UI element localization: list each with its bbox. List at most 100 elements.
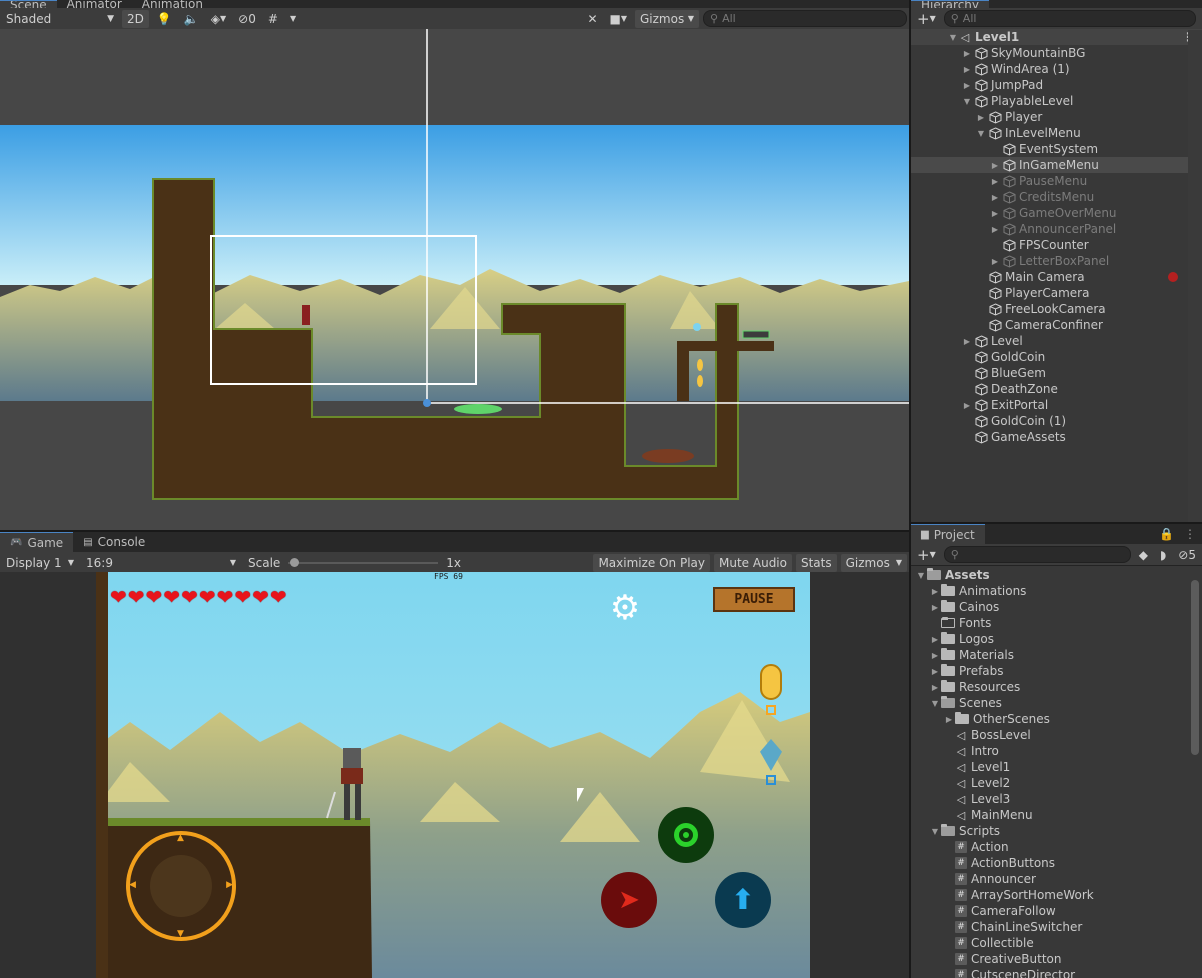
attack-button[interactable]: ➤ bbox=[601, 872, 657, 928]
hierarchy-item[interactable]: CameraConfiner bbox=[911, 317, 1202, 333]
action-button[interactable] bbox=[658, 807, 714, 863]
expand-right-icon[interactable]: ▶ bbox=[929, 587, 941, 596]
tools-toggle[interactable]: ✕ bbox=[583, 10, 601, 28]
expand-down-icon[interactable]: ▼ bbox=[975, 129, 987, 138]
expand-right-icon[interactable]: ▶ bbox=[989, 209, 1001, 218]
aspect-dropdown[interactable]: 16:9 ▼ bbox=[82, 554, 240, 572]
tab-animator[interactable]: Animator bbox=[57, 0, 132, 8]
mode-2d-toggle[interactable]: 2D bbox=[122, 9, 149, 28]
scale-slider-thumb[interactable] bbox=[290, 557, 300, 567]
project-item[interactable]: # Announcer bbox=[911, 871, 1202, 887]
scale-slider[interactable] bbox=[288, 554, 439, 572]
project-item[interactable]: ◁ Level1 bbox=[911, 759, 1202, 775]
expand-down-icon[interactable]: ▼ bbox=[929, 699, 941, 708]
project-item[interactable]: # CameraFollow bbox=[911, 903, 1202, 919]
shading-mode-dropdown[interactable]: Shaded ▼ bbox=[2, 10, 118, 28]
filter-by-type-button[interactable]: ◆ bbox=[1135, 546, 1152, 564]
hierarchy-item[interactable]: PlayerCamera bbox=[911, 285, 1202, 301]
tab-scene[interactable]: Scene bbox=[0, 0, 57, 8]
filter-by-label-button[interactable]: ◗ bbox=[1156, 546, 1170, 564]
project-item[interactable]: ◁ Level3 bbox=[911, 791, 1202, 807]
expand-right-icon[interactable]: ▶ bbox=[989, 177, 1001, 186]
project-item[interactable]: ◁ Level2 bbox=[911, 775, 1202, 791]
expand-down-icon[interactable]: ▼ bbox=[915, 571, 927, 580]
expand-right-icon[interactable]: ▶ bbox=[929, 667, 941, 676]
scene-canvas[interactable] bbox=[0, 29, 909, 530]
hierarchy-item[interactable]: ▶ InGameMenu bbox=[911, 157, 1202, 173]
tab-project[interactable]: ▆ Project bbox=[911, 524, 985, 544]
hierarchy-item[interactable]: ▶ LetterBoxPanel bbox=[911, 253, 1202, 269]
project-item[interactable]: # ChainLineSwitcher bbox=[911, 919, 1202, 935]
project-item[interactable]: ◁ Intro bbox=[911, 743, 1202, 759]
expand-right-icon[interactable]: ▶ bbox=[929, 603, 941, 612]
project-item[interactable]: ▶ Prefabs bbox=[911, 663, 1202, 679]
hierarchy-item[interactable]: GoldCoin (1) bbox=[911, 413, 1202, 429]
hierarchy-item[interactable]: ▶ GameOverMenu bbox=[911, 205, 1202, 221]
pause-button[interactable]: PAUSE bbox=[713, 587, 795, 612]
hierarchy-item[interactable]: DeathZone bbox=[911, 381, 1202, 397]
project-item[interactable]: # Collectible bbox=[911, 935, 1202, 951]
transform-handle[interactable] bbox=[423, 399, 431, 407]
expand-down-icon[interactable]: ▼ bbox=[929, 827, 941, 836]
maximize-on-play-toggle[interactable]: Maximize On Play bbox=[593, 553, 711, 572]
project-item[interactable]: ◁ BossLevel bbox=[911, 727, 1202, 743]
project-item[interactable]: # Action bbox=[911, 839, 1202, 855]
project-item[interactable]: ▼ Scenes bbox=[911, 695, 1202, 711]
expand-right-icon[interactable]: ▶ bbox=[989, 193, 1001, 202]
expand-right-icon[interactable]: ▶ bbox=[975, 113, 987, 122]
hidden-objects-toggle[interactable]: ⊘ 0 bbox=[234, 10, 260, 28]
expand-right-icon[interactable]: ▶ bbox=[961, 65, 973, 74]
hierarchy-item[interactable]: FreeLookCamera bbox=[911, 301, 1202, 317]
expand-right-icon[interactable]: ▶ bbox=[929, 635, 941, 644]
expand-right-icon[interactable]: ▶ bbox=[961, 81, 973, 90]
hierarchy-item[interactable]: ▶ Player bbox=[911, 109, 1202, 125]
project-item[interactable]: ▶ Animations bbox=[911, 583, 1202, 599]
hierarchy-item[interactable]: FPSCounter bbox=[911, 237, 1202, 253]
expand-right-icon[interactable]: ▶ bbox=[989, 257, 1001, 266]
project-search-input[interactable]: ⚲ bbox=[943, 546, 1131, 563]
lighting-toggle[interactable]: 💡 bbox=[153, 10, 176, 28]
jump-button[interactable]: ⬆ bbox=[715, 872, 771, 928]
project-scrollbar[interactable] bbox=[1191, 580, 1199, 755]
project-item[interactable]: # ArraySortHomeWork bbox=[911, 887, 1202, 903]
lock-icon[interactable]: 🔒 bbox=[1159, 527, 1174, 541]
stats-toggle[interactable]: Stats bbox=[795, 553, 837, 572]
hierarchy-item[interactable]: ▼ PlayableLevel bbox=[911, 93, 1202, 109]
create-button[interactable]: + ▼ bbox=[913, 10, 940, 28]
project-item[interactable]: ◁ MainMenu bbox=[911, 807, 1202, 823]
hierarchy-item[interactable]: ▶ AnnouncerPanel bbox=[911, 221, 1202, 237]
project-item[interactable]: ▶ OtherScenes bbox=[911, 711, 1202, 727]
project-item[interactable]: ▶ Materials bbox=[911, 647, 1202, 663]
hierarchy-item[interactable]: BlueGem bbox=[911, 365, 1202, 381]
project-item[interactable]: # CutsceneDirector bbox=[911, 967, 1202, 978]
hidden-packages-toggle[interactable]: ⊘ 5 bbox=[1174, 546, 1200, 564]
project-item[interactable]: # ActionButtons bbox=[911, 855, 1202, 871]
tab-animation[interactable]: Animation bbox=[132, 0, 213, 8]
more-menu-icon[interactable]: ⋮ bbox=[1184, 527, 1196, 541]
scene-search-input[interactable]: ⚲ All bbox=[703, 10, 907, 27]
hierarchy-scrollbar[interactable] bbox=[1188, 30, 1202, 522]
project-item[interactable]: ▶ Cainos bbox=[911, 599, 1202, 615]
expand-right-icon[interactable]: ▶ bbox=[961, 337, 973, 346]
joystick-knob[interactable] bbox=[150, 855, 212, 917]
camera-dropdown[interactable]: ■ ▼ bbox=[606, 10, 632, 28]
expand-right-icon[interactable]: ▶ bbox=[989, 161, 1001, 170]
hierarchy-item[interactable]: ▶ Level bbox=[911, 333, 1202, 349]
project-item[interactable]: # CreativeButton bbox=[911, 951, 1202, 967]
tab-game[interactable]: 🎮 Game bbox=[0, 532, 74, 552]
project-item[interactable]: ▼ Assets bbox=[911, 567, 1202, 583]
hierarchy-item[interactable]: ▶ CreditsMenu bbox=[911, 189, 1202, 205]
expand-right-icon[interactable]: ▶ bbox=[929, 651, 941, 660]
project-item[interactable]: ▶ Logos bbox=[911, 631, 1202, 647]
hierarchy-item[interactable]: GameAssets bbox=[911, 429, 1202, 445]
hierarchy-item[interactable]: ▼◁Level1⋮ bbox=[911, 29, 1202, 45]
project-item[interactable]: ▶ Resources bbox=[911, 679, 1202, 695]
project-create-button[interactable]: + ▼ bbox=[913, 546, 940, 564]
grid-toggle[interactable]: # bbox=[264, 10, 282, 28]
game-gizmos-dropdown[interactable]: Gizmos ▼ bbox=[840, 553, 907, 572]
tab-hierarchy[interactable]: Hierarchy bbox=[911, 0, 990, 8]
hierarchy-item[interactable]: GoldCoin bbox=[911, 349, 1202, 365]
expand-down-icon[interactable]: ▼ bbox=[961, 97, 973, 106]
display-dropdown[interactable]: Display 1 ▼ bbox=[2, 554, 78, 572]
hierarchy-item[interactable]: ▶ SkyMountainBG bbox=[911, 45, 1202, 61]
